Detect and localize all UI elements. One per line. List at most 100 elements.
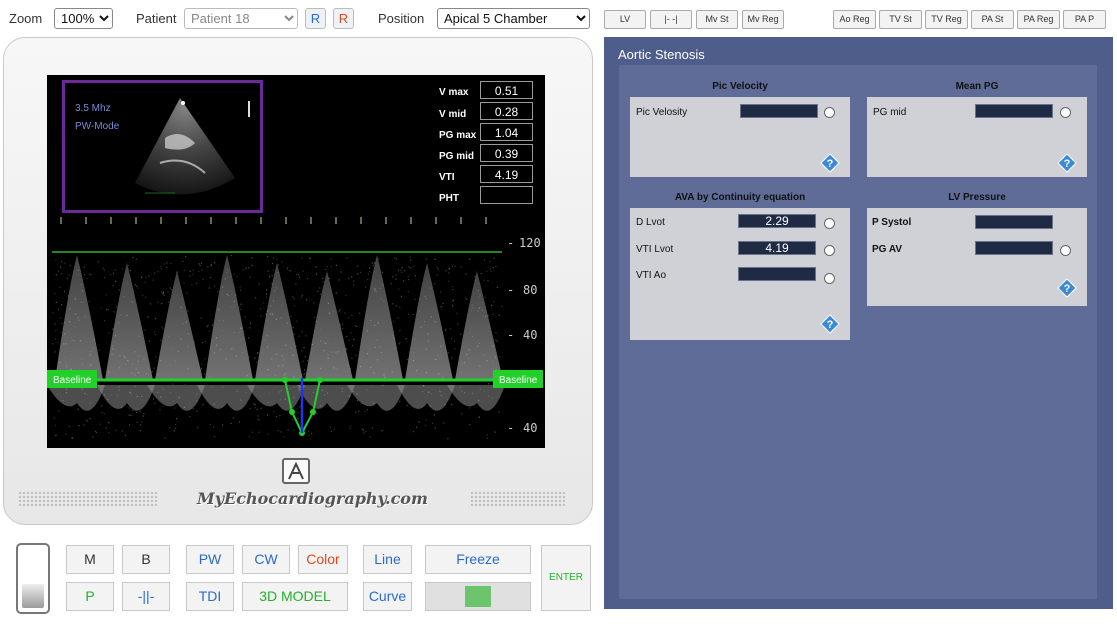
zoom-label: Zoom xyxy=(9,11,43,26)
echo-screen: 3.5 Mhz PW-Mode V max 0.51 V mid 0.28 PG… xyxy=(47,75,545,448)
d-lvot-field[interactable]: 2.29 xyxy=(738,214,816,228)
patient-label: Patient xyxy=(136,11,177,26)
spectrum-envelope xyxy=(205,255,253,380)
pgmax-value: 1.04 xyxy=(480,123,533,141)
gain-slider-thumb[interactable] xyxy=(22,584,44,608)
help-icon[interactable]: ? xyxy=(820,153,840,173)
scale-tick-80: 80 xyxy=(523,283,537,297)
pic-velocity-label: Pic Velosity xyxy=(636,107,688,118)
lv-pressure-title: LV Pressure xyxy=(948,192,1006,203)
spectrum-envelope xyxy=(405,263,453,380)
pgmid-label: PG mid xyxy=(439,151,475,162)
baseline-left-label: Baseline xyxy=(53,375,92,386)
vti-ao-field[interactable] xyxy=(738,267,816,281)
pg-mid-field[interactable] xyxy=(975,104,1053,118)
vti-ao-radio[interactable] xyxy=(824,273,835,284)
help-icon[interactable]: ? xyxy=(820,314,840,334)
svg-text:?: ? xyxy=(827,158,834,170)
spectrum-envelope-negative xyxy=(247,385,305,411)
vti-lvot-label: VTI Lvot xyxy=(636,244,674,255)
view-button-mv-st[interactable]: Mv St xyxy=(696,10,738,29)
pw-button[interactable]: PW xyxy=(186,545,234,574)
pg-av-label: PG AV xyxy=(872,244,903,255)
color-button[interactable]: Color xyxy=(298,545,348,574)
b-mode-button[interactable]: B xyxy=(122,545,170,574)
valve-button-tv-reg[interactable]: TV Reg xyxy=(925,10,968,29)
vmid-label: V mid xyxy=(439,109,467,120)
view-button-mv-reg[interactable]: Mv Reg xyxy=(742,10,784,29)
mean-pg-card: PG mid ? xyxy=(867,97,1087,177)
line-button[interactable]: Line xyxy=(363,545,412,574)
p-systol-field[interactable] xyxy=(975,215,1053,229)
vti-lvot-field[interactable]: 4.19 xyxy=(738,241,816,255)
valve-button-pa-reg[interactable]: PA Reg xyxy=(1017,10,1060,29)
pgmid-value: 0.39 xyxy=(480,144,533,162)
pg-mid-label: PG mid xyxy=(873,107,907,118)
svg-text:?: ? xyxy=(1064,283,1071,295)
curve-button[interactable]: Curve xyxy=(363,582,412,611)
brand-label: MyEchocardiography.com xyxy=(197,489,428,508)
zoom-select[interactable]: 100% xyxy=(54,8,113,29)
position-select[interactable]: Apical 5 Chamber xyxy=(437,8,590,29)
pgmax-label: PG max xyxy=(439,130,477,141)
vmax-value: 0.51 xyxy=(480,81,533,99)
valve-button-tv-st[interactable]: TV St xyxy=(879,10,922,29)
valve-button-ao-reg[interactable]: Ao Reg xyxy=(833,10,876,29)
spectrum-envelope-negative xyxy=(97,385,155,411)
enter-button[interactable]: ENTER xyxy=(541,545,591,611)
help-icon[interactable]: ? xyxy=(1057,278,1077,298)
spectrum-envelope-negative xyxy=(447,385,505,411)
reset-button-red[interactable]: R xyxy=(333,8,354,29)
3d-model-button[interactable]: 3D MODEL xyxy=(242,582,348,611)
svg-text:-: - xyxy=(507,236,514,250)
vti-label: VTI xyxy=(439,172,455,183)
pht-label: PHT xyxy=(439,193,459,204)
valve-button-pa-p[interactable]: PA P xyxy=(1063,10,1106,29)
valve-button-pa-st[interactable]: PA St xyxy=(971,10,1014,29)
scale-tick-120: 120 xyxy=(519,236,541,250)
d-lvot-radio[interactable] xyxy=(824,218,835,229)
help-icon[interactable]: ? xyxy=(1057,153,1077,173)
p-button[interactable]: P xyxy=(66,582,114,611)
device-logo-icon xyxy=(282,458,310,484)
ava-title: AVA by Continuity equation xyxy=(674,192,806,203)
spectrum-envelope-negative xyxy=(197,385,255,411)
patient-select[interactable]: Patient 18 xyxy=(184,8,298,29)
spectrum-waveform xyxy=(47,255,505,440)
svg-text:-: - xyxy=(507,421,514,435)
gain-slider[interactable] xyxy=(16,543,50,614)
reset-button-blue[interactable]: R xyxy=(305,8,326,29)
speaker-grille-left xyxy=(18,491,158,507)
pg-av-radio[interactable] xyxy=(1060,245,1071,256)
d-lvot-label: D Lvot xyxy=(636,217,665,228)
cw-button[interactable]: CW xyxy=(242,545,290,574)
freeze-slider-track[interactable] xyxy=(425,582,531,611)
m-mode-button[interactable]: M xyxy=(66,545,114,574)
vti-lvot-radio[interactable] xyxy=(824,245,835,256)
view-button-caliper[interactable]: |- -| xyxy=(650,10,692,29)
freeze-button[interactable]: Freeze xyxy=(425,545,531,574)
pic-velocity-field[interactable] xyxy=(740,104,818,118)
pg-mid-radio[interactable] xyxy=(1060,107,1071,118)
separator-button[interactable]: -||- xyxy=(122,582,170,611)
vmax-label: V max xyxy=(439,87,469,98)
panel-title: Aortic Stenosis xyxy=(618,47,705,62)
view-button-lv[interactable]: LV xyxy=(604,10,646,29)
freeze-slider-thumb[interactable] xyxy=(465,586,491,607)
tdi-button[interactable]: TDI xyxy=(186,582,234,611)
position-label: Position xyxy=(378,11,425,26)
lv-pressure-card: P Systol PG AV ? xyxy=(867,208,1087,306)
vti-ao-label: VTI Ao xyxy=(636,270,667,281)
pic-velocity-radio[interactable] xyxy=(824,107,835,118)
svg-text:?: ? xyxy=(1064,158,1071,170)
svg-text:?: ? xyxy=(827,319,834,331)
p-systol-label: P Systol xyxy=(872,217,912,228)
baseline-right-label: Baseline xyxy=(499,375,538,386)
spectrum-envelope xyxy=(355,255,403,380)
mean-pg-title: Mean PG xyxy=(955,81,999,92)
doppler-spectrum: -120 -80 -40 -40 Baseline Baseline xyxy=(47,217,543,440)
spectrum-envelope xyxy=(255,263,303,380)
echo-2d-image xyxy=(135,98,250,195)
pg-av-field[interactable] xyxy=(975,241,1053,255)
time-ticks xyxy=(60,217,487,224)
